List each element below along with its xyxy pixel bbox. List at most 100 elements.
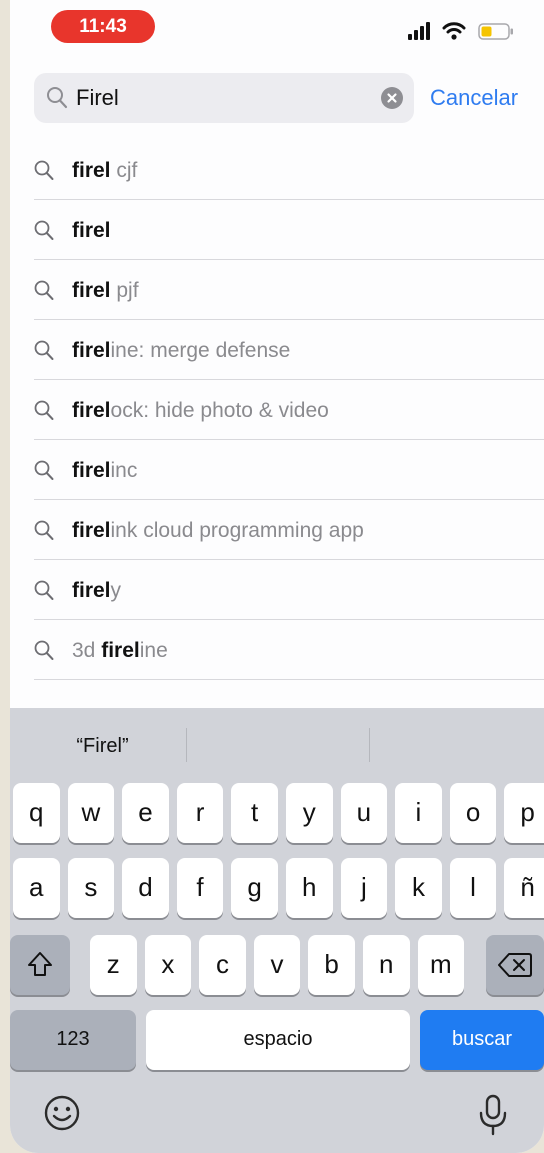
suggestion-label: firelinc [72, 440, 137, 502]
suggestion-rest: ine: merge defense [110, 339, 291, 362]
suggestion-match: firel [72, 159, 111, 182]
suggestion-item[interactable]: firel pjf [10, 260, 544, 320]
clear-icon [387, 93, 397, 103]
suggestion-item[interactable]: firel [10, 200, 544, 260]
delete-icon [498, 953, 532, 977]
search-icon [34, 460, 54, 480]
key-n[interactable]: n [363, 935, 410, 995]
key-u[interactable]: u [340, 783, 388, 843]
suggestion-item[interactable]: 3d fireline [10, 620, 544, 680]
cancel-button[interactable]: Cancelar [430, 74, 518, 122]
suggestions-list: firel cjf firel firel pjf fireline: merge d… [10, 140, 544, 680]
clear-search-button[interactable] [381, 87, 403, 109]
app-store-search-screen: 11:43 Firel Cancelar firel cjf firel fir… [10, 0, 544, 1153]
key-z[interactable]: z [90, 935, 137, 995]
signal-icon [408, 22, 430, 40]
numbers-key[interactable]: 123 [10, 1010, 136, 1070]
search-icon [34, 160, 54, 180]
suggestion-match: firel [72, 339, 111, 362]
microphone-icon [479, 1094, 507, 1136]
suggestion-label: fireline: merge defense [72, 320, 290, 382]
key-t[interactable]: t [231, 783, 278, 843]
dictation-button[interactable] [476, 1093, 510, 1137]
suggestion-rest: ink cloud programming app [110, 519, 364, 542]
search-input[interactable]: Firel [76, 73, 119, 123]
search-icon [34, 220, 54, 240]
suggestion-label: firelock: hide photo & video [72, 380, 329, 442]
key-v[interactable]: v [253, 935, 301, 995]
suggestion-label: firel [72, 200, 111, 262]
status-bar: 11:43 [10, 0, 544, 54]
key-r[interactable]: r [176, 783, 224, 843]
delete-key[interactable] [486, 935, 544, 995]
status-time: 11:43 [51, 10, 155, 43]
prediction-typed-word[interactable]: “Firel” [20, 708, 185, 780]
key-a[interactable]: a [13, 858, 60, 918]
suggestion-rest: y [110, 579, 122, 602]
prediction-empty-slot[interactable] [371, 708, 536, 780]
search-icon [34, 640, 54, 660]
search-field[interactable]: Firel [34, 73, 414, 123]
search-icon [47, 87, 68, 109]
suggestion-match: firel [72, 519, 111, 542]
suggestion-item[interactable]: fireline: merge defense [10, 320, 544, 380]
key-c[interactable]: c [199, 935, 246, 995]
suggestion-match: firel [72, 399, 111, 422]
key-g[interactable]: g [231, 858, 278, 918]
emoji-icon [44, 1095, 80, 1131]
suggestion-rest: ine [139, 639, 168, 662]
key-h[interactable]: h [286, 858, 333, 918]
suggestion-match: firel [72, 579, 111, 602]
suggestion-match: firel [72, 279, 111, 302]
key-x[interactable]: x [144, 935, 192, 995]
keyboard: “Firel” q w e r t y u i o p a s d f g h j k l ñ z x c v b n m 123 es… [10, 708, 544, 1153]
emoji-button[interactable] [42, 1093, 82, 1133]
suggestion-item[interactable]: firelock: hide photo & video [10, 380, 544, 440]
prediction-divider [369, 728, 370, 762]
suggestion-item[interactable]: firelinc [10, 440, 544, 500]
suggestion-label: firely [72, 560, 121, 622]
suggestion-rest: ock: hide photo & video [110, 399, 329, 422]
suggestion-item[interactable]: firely [10, 560, 544, 620]
key-q[interactable]: q [13, 783, 60, 843]
suggestion-match: firel [72, 219, 111, 242]
key-j[interactable]: j [340, 858, 388, 918]
key-l[interactable]: l [449, 858, 497, 918]
key-e[interactable]: e [122, 783, 169, 843]
key-y[interactable]: y [286, 783, 333, 843]
search-icon [34, 580, 54, 600]
suggestion-prefix: 3d [72, 639, 102, 662]
suggestion-label: 3d fireline [72, 620, 168, 682]
shift-key[interactable] [10, 935, 70, 995]
key-k[interactable]: k [395, 858, 442, 918]
key-w[interactable]: w [67, 783, 115, 843]
key-s[interactable]: s [67, 858, 115, 918]
suggestion-item[interactable]: firelink cloud programming app [10, 500, 544, 560]
suggestion-item[interactable]: firel cjf [10, 140, 544, 200]
suggestion-label: firelink cloud programming app [72, 500, 364, 562]
key-o[interactable]: o [449, 783, 497, 843]
key-ñ[interactable]: ñ [504, 858, 544, 918]
prediction-empty-slot[interactable] [188, 708, 368, 780]
key-d[interactable]: d [122, 858, 169, 918]
key-b[interactable]: b [308, 935, 355, 995]
suggestion-match: firel [101, 639, 140, 662]
key-p[interactable]: p [504, 783, 544, 843]
search-return-key[interactable]: buscar [420, 1010, 544, 1070]
search-icon [34, 280, 54, 300]
key-i[interactable]: i [395, 783, 442, 843]
key-m[interactable]: m [417, 935, 465, 995]
suggestion-label: firel cjf [72, 140, 137, 202]
space-key[interactable]: espacio [146, 1010, 410, 1070]
suggestion-label: firel pjf [72, 260, 139, 322]
search-icon [34, 340, 54, 360]
battery-icon [478, 23, 513, 40]
suggestion-rest: pjf [110, 279, 139, 302]
predictive-bar: “Firel” [10, 708, 544, 780]
status-icons [408, 20, 528, 44]
suggestion-rest: inc [110, 459, 138, 482]
wifi-icon [442, 22, 466, 40]
key-f[interactable]: f [176, 858, 224, 918]
shift-icon [28, 952, 52, 976]
search-icon [34, 400, 54, 420]
